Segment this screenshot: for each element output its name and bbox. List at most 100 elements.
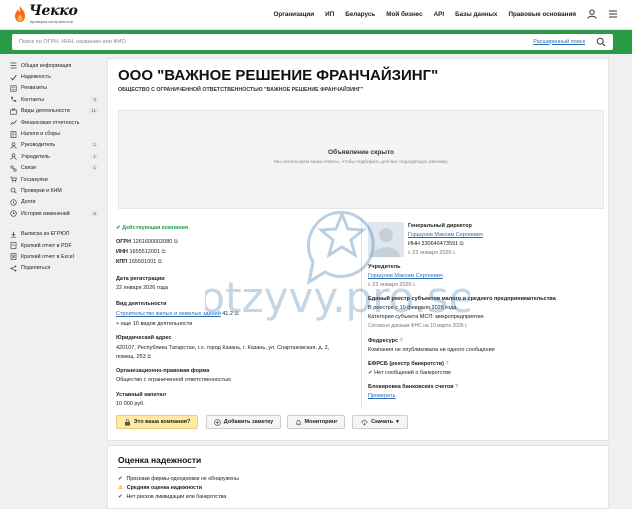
director-since: с 22 января 2026 г. [408, 250, 456, 256]
nav-databases[interactable]: Базы данных [455, 11, 497, 18]
msp-label: Единый реестр субъектов малого и среднег… [368, 296, 556, 302]
hidden-ad: Объявление скрыто Мы используем ваши отв… [118, 110, 604, 209]
bell-icon [294, 419, 302, 425]
nav-belarus[interactable]: Беларусь [345, 11, 375, 18]
sidebar-item-label: Реквизиты [21, 85, 47, 92]
check-icon: ✔ [116, 225, 121, 231]
nav-legal[interactable]: Правовые основания [508, 11, 576, 18]
inn-label: ИНН [116, 249, 128, 255]
sidebar-action-excel[interactable]: Краткий отчет в Excel [10, 251, 101, 262]
check-icon: ✔ [118, 494, 123, 500]
top-nav: Организации ИП Беларусь Мой бизнес API Б… [273, 9, 618, 19]
fedres-label: Федресурс [368, 338, 399, 344]
search-icon[interactable] [596, 37, 606, 47]
search-placeholder: Поиск по ОГРН, ИНН, названию или ФИО [19, 38, 126, 45]
pdf-icon [10, 242, 17, 249]
check-accounts-link[interactable]: Проверить [368, 393, 396, 399]
nav-my-business[interactable]: Мой бизнес [386, 11, 422, 18]
excel-icon [10, 253, 17, 261]
director-link[interactable]: Горшунов Максим Сергеевич [408, 232, 483, 238]
reliability-item-text: Средняя оценка надежности [126, 485, 202, 491]
menu-icon[interactable] [608, 9, 618, 19]
sidebar-item-label: Связи [21, 165, 36, 172]
copy-icon[interactable]: ⧉ [158, 259, 162, 265]
sidebar-action-share[interactable]: Поделиться [10, 263, 101, 274]
capital-value: 10 000 руб. [116, 401, 145, 407]
sidebar-item-requisites[interactable]: Реквизиты [10, 83, 101, 94]
msp-source: Согласно данным ФНС на 10 марта 2026 г. [368, 323, 468, 329]
nav-organizations[interactable]: Организации [273, 11, 314, 18]
copy-icon[interactable]: ⧉ [174, 239, 178, 245]
sidebar-item-director[interactable]: Руководитель 1 [10, 140, 101, 151]
nav-ip[interactable]: ИП [325, 11, 334, 18]
search-input[interactable]: Поиск по ОГРН, ИНН, названию или ФИО Рас… [12, 34, 613, 50]
sidebar-item-label: Проверки и КНМ [21, 187, 62, 194]
reg-date-label: Дата регистрации [116, 276, 165, 282]
sidebar-item-contacts[interactable]: Контакты 3 [10, 94, 101, 105]
copy-icon[interactable]: ⧉ [234, 311, 238, 317]
sidebar-item-general[interactable]: Общая информация [10, 60, 101, 71]
copy-icon[interactable]: ⧉ [460, 241, 464, 247]
inn-value[interactable]: 1655512001 [129, 249, 160, 255]
ad-text: Мы используем ваши ответы, чтобы подбира… [274, 160, 448, 165]
cloud-download-icon [361, 419, 368, 426]
address-value-2: помещ. 253 [116, 354, 146, 360]
activity-label: Вид деятельности [116, 301, 167, 307]
cart-icon [10, 176, 17, 183]
fedres-label-row: Федресурс ? [368, 338, 403, 344]
status-row: ✔ Действующая компания [116, 225, 188, 231]
copy-icon[interactable]: ⧉ [147, 354, 151, 360]
copy-icon[interactable]: ⧉ [162, 249, 166, 255]
brand-tagline: проверка контрагентов [30, 19, 73, 24]
sidebar-item-count: 1 [91, 153, 98, 159]
sidebar-item-label: Надежность [21, 74, 51, 81]
sidebar-action-egrul[interactable]: Выписка из ЕГРЮЛ [10, 228, 101, 239]
nav-api[interactable]: API [434, 11, 445, 18]
advanced-search-link[interactable]: Расширенный поиск [533, 39, 585, 45]
person-icon [10, 142, 17, 149]
ogrn-value[interactable]: 1261600002080 [133, 239, 173, 245]
sidebar-item-activities[interactable]: Виды деятельности 11 [10, 106, 101, 117]
add-note-button[interactable]: Добавить заметку [206, 415, 281, 429]
founder-label: Учредитель [368, 264, 401, 270]
reliability-item: ✔ Признаки фирмы-однодневки не обнаружен… [118, 476, 239, 482]
sidebar-item-links[interactable]: Связи 1 [10, 163, 101, 174]
help-icon[interactable]: ? [400, 338, 403, 344]
sidebar-item-reliability[interactable]: Надежность [10, 71, 101, 82]
founder-link[interactable]: Горшунов Максим Сергеевич [368, 273, 443, 279]
download-button[interactable]: Скачать ▾ [352, 415, 408, 429]
address-row-2: помещ. 253 ⧉ [116, 354, 151, 361]
sidebar-action-label: Поделиться [21, 265, 51, 272]
sidebar-item-history[interactable]: История изменений 5 [10, 208, 101, 219]
sidebar-item-debts[interactable]: Долги [10, 197, 101, 208]
sidebar-item-finance[interactable]: Финансовая отчетность [10, 117, 101, 128]
monitoring-label: Мониторинг [304, 419, 338, 425]
sidebar-item-inspections[interactable]: Проверки и КНМ [10, 185, 101, 196]
kpp-value[interactable]: 165501001 [129, 259, 157, 265]
person-icon [10, 153, 17, 161]
brand-logo[interactable]: Чекко проверка контрагентов [11, 3, 91, 27]
check-icon: ✔ [118, 476, 123, 482]
sidebar-item-founder[interactable]: Учредитель 1 [10, 151, 101, 162]
activity-more-link[interactable]: + еще 10 видов деятельности [116, 321, 192, 327]
sidebar-item-taxes[interactable]: Налоги и сборы [10, 128, 101, 139]
user-icon[interactable] [587, 9, 597, 19]
ogrn-label: ОГРН [116, 239, 132, 245]
claim-company-button[interactable]: Это ваша компания? [116, 415, 198, 429]
monitoring-button[interactable]: Мониторинг [287, 415, 345, 429]
help-icon[interactable]: ? [455, 384, 458, 390]
help-icon[interactable]: ? [445, 361, 448, 367]
phone-icon [11, 97, 17, 103]
flame-logo-icon [15, 6, 25, 22]
sidebar-action-label: Краткий отчет в Excel [21, 253, 74, 260]
reliability-item: ✔ Нет рисков ликвидации или банкротства [118, 494, 226, 500]
sidebar-item-procurement[interactable]: Госзакупки [10, 174, 101, 185]
activity-link[interactable]: Строительство жилых и нежилых зданий [116, 311, 221, 317]
reg-date-value: 22 января 2026 года [116, 285, 168, 291]
sidebar-item-label: История изменений [21, 210, 70, 217]
sidebar-action-pdf[interactable]: Краткий отчет в PDF [10, 240, 101, 251]
efrsb-value: Нет сообщений о банкротстве [374, 370, 452, 376]
sidebar-item-count: 1 [91, 165, 98, 171]
reliability-item: ⚠ Средняя оценка надежности [118, 485, 202, 491]
legal-form-value: Общество с ограниченной ответственностью [116, 377, 232, 383]
